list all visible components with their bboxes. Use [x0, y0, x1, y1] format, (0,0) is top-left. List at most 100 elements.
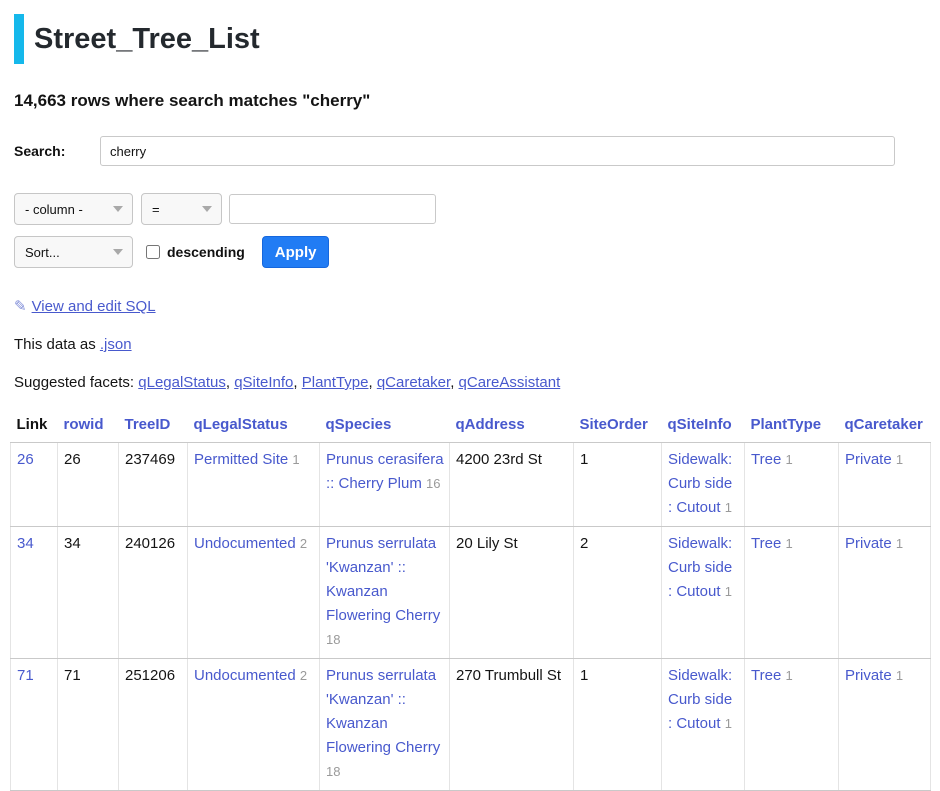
- cell-PlantType: Tree 1: [745, 527, 839, 659]
- facet-value-link[interactable]: Undocumented: [194, 535, 296, 552]
- facet-count: 1: [725, 716, 732, 731]
- cell-Link: 26: [11, 443, 58, 527]
- filter-value-input[interactable]: [229, 194, 436, 224]
- column-header-qCaretaker[interactable]: qCaretaker: [839, 412, 931, 443]
- apply-button[interactable]: Apply: [262, 236, 330, 268]
- table-row: 2626237469Permitted Site 1Prunus cerasif…: [11, 443, 931, 527]
- row-link[interactable]: 71: [17, 667, 34, 684]
- facet-value-link[interactable]: Sidewalk: Curb side : Cutout: [668, 451, 732, 516]
- data-format-link[interactable]: .json: [100, 336, 132, 353]
- column-header-SiteOrder[interactable]: SiteOrder: [574, 412, 662, 443]
- facet-links: qLegalStatus, qSiteInfo, PlantType, qCar…: [138, 374, 560, 391]
- descending-checkbox[interactable]: [146, 245, 160, 259]
- facet-value-link[interactable]: Permitted Site: [194, 451, 288, 468]
- facet-count: 2: [300, 668, 307, 683]
- operator-select-wrap: =: [133, 193, 222, 225]
- facet-count: 18: [326, 764, 340, 779]
- cell-qSpecies: Prunus serrulata 'Kwanzan' :: Kwanzan Fl…: [320, 659, 450, 791]
- facet-count: 2: [300, 536, 307, 551]
- cell-qLegalStatus: Undocumented 2: [188, 659, 320, 791]
- column-select-wrap: - column -: [14, 193, 133, 225]
- descending-label: descending: [167, 244, 245, 260]
- column-header-qSpecies[interactable]: qSpecies: [320, 412, 450, 443]
- column-header-PlantType[interactable]: PlantType: [745, 412, 839, 443]
- facet-value-link[interactable]: Tree: [751, 667, 781, 684]
- operator-select[interactable]: =: [141, 193, 222, 225]
- facet-value-link[interactable]: Prunus serrulata 'Kwanzan' :: Kwanzan Fl…: [326, 667, 440, 756]
- facet-value-link[interactable]: Private: [845, 535, 892, 552]
- facet-count: 1: [785, 668, 792, 683]
- cell-SiteOrder: 1: [574, 443, 662, 527]
- column-header-qAddress[interactable]: qAddress: [450, 412, 574, 443]
- data-as-links: .json: [100, 336, 132, 353]
- facet-value-link[interactable]: Tree: [751, 535, 781, 552]
- facet-link-qCaretaker[interactable]: qCaretaker: [377, 374, 450, 391]
- column-header-qLegalStatus[interactable]: qLegalStatus: [188, 412, 320, 443]
- cell-qLegalStatus: Permitted Site 1: [188, 443, 320, 527]
- cell-qAddress: 20 Lily St: [450, 527, 574, 659]
- cell-rowid: 34: [58, 527, 119, 659]
- facet-count: 1: [725, 500, 732, 515]
- sort-select[interactable]: Sort...: [14, 236, 133, 268]
- facet-link-qCareAssistant[interactable]: qCareAssistant: [459, 374, 561, 391]
- facet-count: 1: [896, 452, 903, 467]
- row-link[interactable]: 26: [17, 451, 34, 468]
- cell-rowid: 26: [58, 443, 119, 527]
- facet-value-link[interactable]: Sidewalk: Curb side : Cutout: [668, 535, 732, 600]
- facet-count: 1: [785, 452, 792, 467]
- facet-count: 1: [896, 536, 903, 551]
- column-select[interactable]: - column -: [14, 193, 133, 225]
- column-header-TreeID[interactable]: TreeID: [119, 412, 188, 443]
- data-as-row: This data as .json: [14, 336, 926, 353]
- facets-row: Suggested facets: qLegalStatus, qSiteInf…: [14, 374, 926, 391]
- cell-qCaretaker: Private 1: [839, 659, 931, 791]
- cell-qSiteInfo: Sidewalk: Curb side : Cutout 1: [662, 659, 745, 791]
- cell-PlantType: Tree 1: [745, 659, 839, 791]
- cell-TreeID: 251206: [119, 659, 188, 791]
- facet-value-link[interactable]: Private: [845, 451, 892, 468]
- facet-value-link[interactable]: Sidewalk: Curb side : Cutout: [668, 667, 732, 732]
- cell-qSiteInfo: Sidewalk: Curb side : Cutout 1: [662, 527, 745, 659]
- cell-SiteOrder: 1: [574, 659, 662, 791]
- table-body: 2626237469Permitted Site 1Prunus cerasif…: [11, 443, 931, 791]
- row-count-summary: 14,663 rows where search matches "cherry…: [14, 91, 926, 111]
- facet-link-qSiteInfo[interactable]: qSiteInfo: [234, 374, 293, 391]
- row-link[interactable]: 34: [17, 535, 34, 552]
- facet-link-PlantType[interactable]: PlantType: [302, 374, 369, 391]
- edit-sql-row: ✎View and edit SQL: [14, 297, 926, 315]
- cell-qCaretaker: Private 1: [839, 443, 931, 527]
- cell-Link: 71: [11, 659, 58, 791]
- cell-PlantType: Tree 1: [745, 443, 839, 527]
- facet-value-link[interactable]: Prunus serrulata 'Kwanzan' :: Kwanzan Fl…: [326, 535, 440, 624]
- cell-qCaretaker: Private 1: [839, 527, 931, 659]
- search-input[interactable]: [100, 136, 895, 166]
- facets-prefix: Suggested facets:: [14, 374, 134, 391]
- cell-Link: 34: [11, 527, 58, 659]
- column-header-rowid[interactable]: rowid: [58, 412, 119, 443]
- view-edit-sql-link[interactable]: View and edit SQL: [32, 298, 156, 315]
- facet-count: 1: [785, 536, 792, 551]
- cell-qLegalStatus: Undocumented 2: [188, 527, 320, 659]
- facet-value-link[interactable]: Tree: [751, 451, 781, 468]
- cell-SiteOrder: 2: [574, 527, 662, 659]
- table-row: 3434240126Undocumented 2Prunus serrulata…: [11, 527, 931, 659]
- results-table: LinkrowidTreeIDqLegalStatusqSpeciesqAddr…: [10, 412, 931, 791]
- facet-value-link[interactable]: Undocumented: [194, 667, 296, 684]
- facet-value-link[interactable]: Private: [845, 667, 892, 684]
- table-row: 7171251206Undocumented 2Prunus serrulata…: [11, 659, 931, 791]
- table-header-row: LinkrowidTreeIDqLegalStatusqSpeciesqAddr…: [11, 412, 931, 443]
- accent-bar: [14, 14, 24, 64]
- cell-TreeID: 237469: [119, 443, 188, 527]
- facet-link-qLegalStatus[interactable]: qLegalStatus: [138, 374, 226, 391]
- page: Street_Tree_List 14,663 rows where searc…: [0, 0, 940, 791]
- sort-select-wrap: Sort...: [14, 236, 133, 268]
- facet-count: 1: [725, 584, 732, 599]
- column-header-qSiteInfo[interactable]: qSiteInfo: [662, 412, 745, 443]
- facet-count: 1: [896, 668, 903, 683]
- cell-TreeID: 240126: [119, 527, 188, 659]
- sort-row: Sort... descending Apply: [14, 236, 926, 268]
- data-as-prefix: This data as: [14, 336, 96, 353]
- facet-count: 1: [292, 452, 299, 467]
- cell-qSpecies: Prunus cerasifera :: Cherry Plum 16: [320, 443, 450, 527]
- search-row: Search:: [14, 136, 895, 166]
